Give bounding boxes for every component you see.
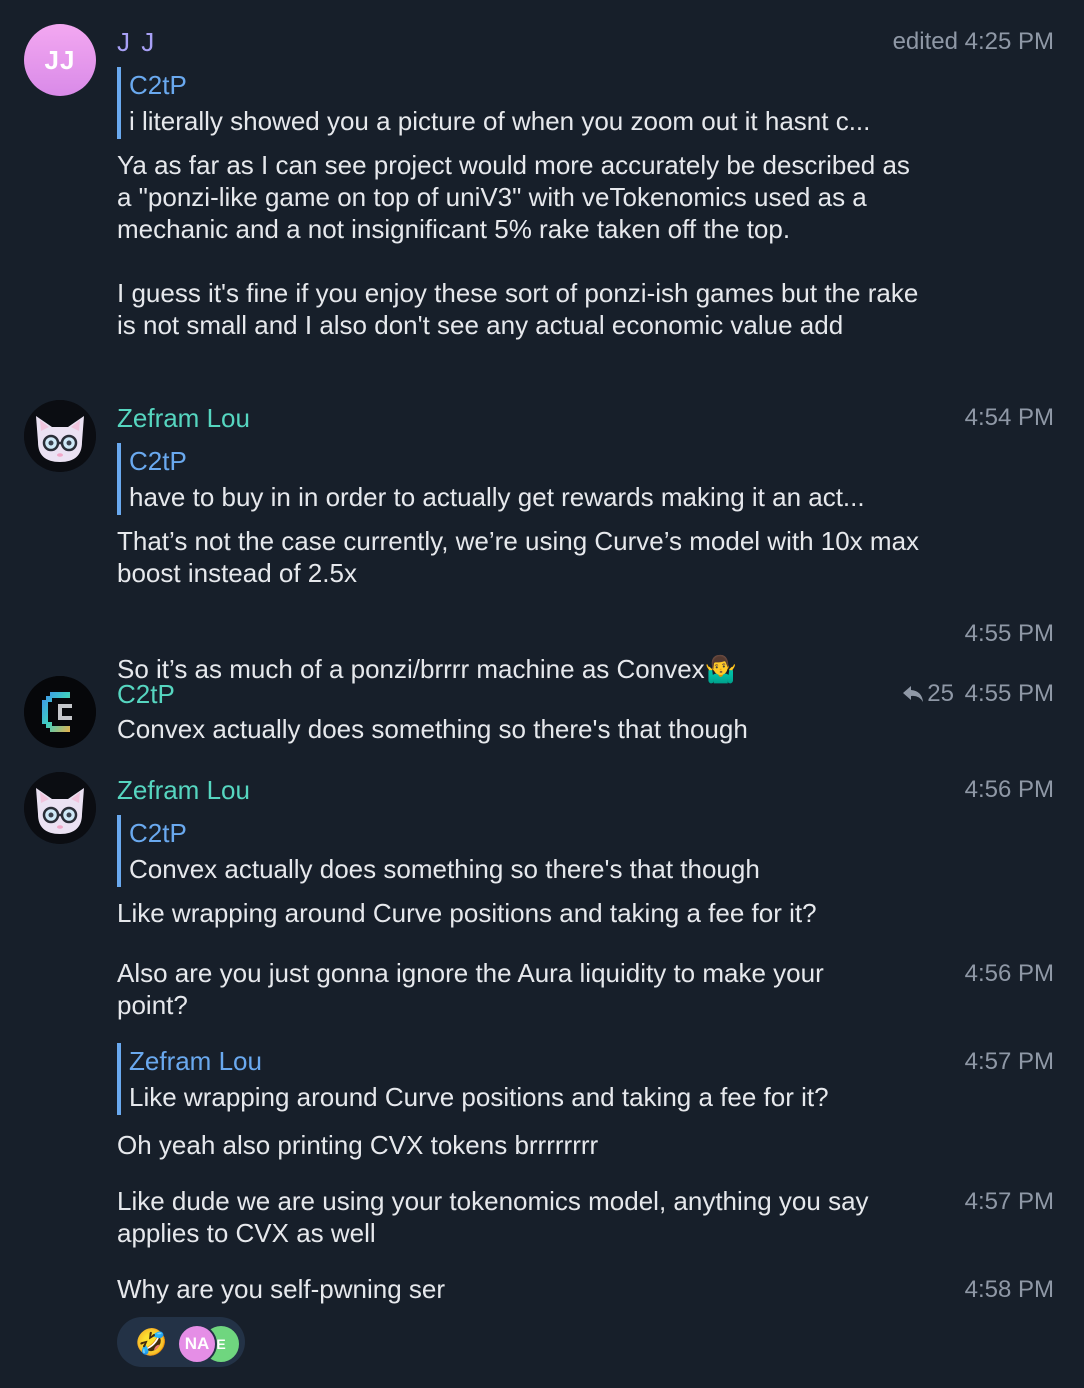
reply-quote[interactable]: C2tP Convex actually does something so t…: [117, 815, 929, 887]
message-text: Why are you self-pwning ser: [117, 1274, 446, 1304]
c2tp-logo-icon: [24, 676, 96, 748]
message-time: 4:54 PM: [964, 404, 1054, 431]
reply-quote-text: have to buy in in order to actually get …: [129, 482, 865, 512]
message-time: 4:57 PM: [964, 1188, 1054, 1215]
avatar[interactable]: JJ: [24, 24, 96, 96]
message-time: 4:58 PM: [964, 1276, 1054, 1303]
message-time: 4:55 PM: [964, 680, 1054, 707]
message-text: Oh yeah also printing CVX tokens brrrrrr…: [117, 1130, 599, 1160]
message-text: Also are you just gonna ignore the Aura …: [117, 958, 824, 1020]
message-time: 4:56 PM: [964, 776, 1054, 803]
message-row: So it’s as much of a ponzi/brrrr machine…: [117, 621, 927, 685]
message-text: Ya as far as I can see project would mor…: [117, 150, 919, 340]
reply-quote-name: Zefram Lou: [129, 1046, 262, 1076]
cat-avatar-icon: [24, 400, 96, 472]
reply-quote-name: C2tP: [129, 446, 187, 476]
reply-quote[interactable]: C2tP i literally showed you a picture of…: [117, 67, 929, 139]
message-text: Like dude we are using your tokenomics m…: [117, 1186, 869, 1248]
shrug-emoji: 🤷‍♂️: [704, 654, 738, 684]
reply-quote-text: i literally showed you a picture of when…: [129, 106, 871, 136]
reply-quote-text: Like wrapping around Curve positions and…: [129, 1082, 829, 1112]
sender-name[interactable]: Zefram Lou: [117, 774, 250, 806]
reply-count: 25: [927, 680, 954, 707]
avatar[interactable]: [24, 400, 96, 472]
avatar-initials: JJ: [44, 44, 76, 75]
message-text: So it’s as much of a ponzi/brrrr machine…: [117, 654, 705, 684]
cat-avatar-icon: [24, 772, 96, 844]
message-time: 4:56 PM: [964, 960, 1054, 987]
message-text: That’s not the case currently, we’re usi…: [117, 526, 920, 588]
reaction-pill[interactable]: 🤣 E NA: [117, 1317, 245, 1367]
reply-quote-name: C2tP: [129, 70, 187, 100]
sender-name[interactable]: Zefram Lou: [117, 402, 250, 434]
replies-counter[interactable]: 25: [901, 678, 954, 710]
message-time: edited 4:25 PM: [892, 28, 1054, 55]
reply-arrow-icon: [903, 686, 924, 702]
message-time: 4:57 PM: [964, 1048, 1054, 1075]
reply-quote-text: Convex actually does something so there'…: [129, 854, 760, 884]
reply-quote[interactable]: Zefram Lou Like wrapping around Curve po…: [117, 1043, 929, 1115]
message-time: 4:55 PM: [964, 620, 1054, 647]
avatar[interactable]: [24, 772, 96, 844]
chat-history[interactable]: JJ J J edited 4:25 PM C2tP i literally s…: [0, 0, 1084, 1388]
reply-quote[interactable]: C2tP have to buy in in order to actually…: [117, 443, 929, 515]
reactor-avatar: NA: [177, 1324, 217, 1364]
reply-quote-name: C2tP: [129, 818, 187, 848]
laughing-emoji: 🤣: [135, 1327, 168, 1357]
sender-name[interactable]: C2tP: [117, 678, 175, 710]
message-text: Convex actually does something so there'…: [117, 714, 748, 744]
message-text: Like wrapping around Curve positions and…: [117, 898, 817, 928]
avatar[interactable]: [24, 676, 96, 748]
sender-name[interactable]: J J: [117, 26, 156, 58]
